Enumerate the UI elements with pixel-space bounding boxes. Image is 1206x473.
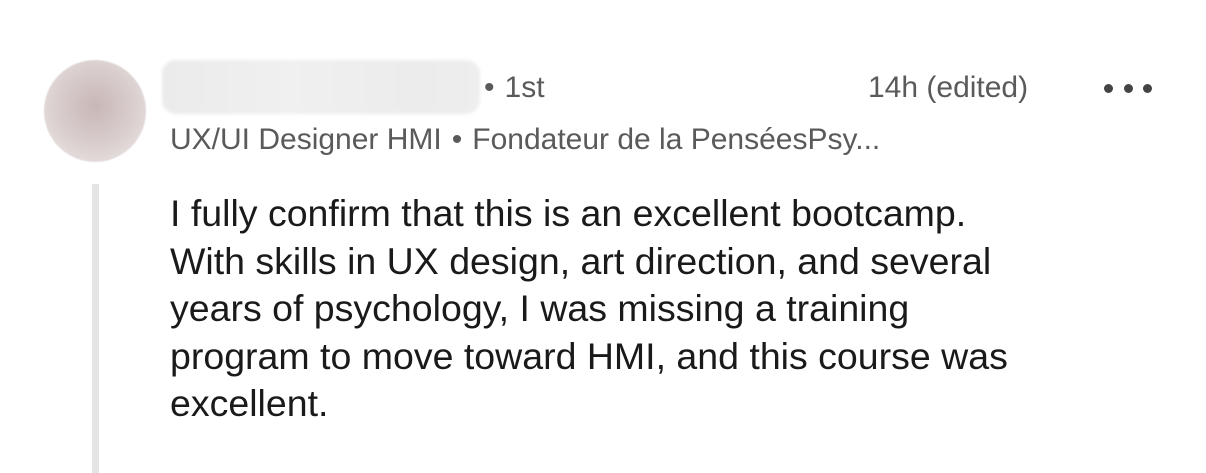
headline-organization: Fondateur de la PenséesPsy... — [472, 123, 881, 156]
connection-degree: • 1st — [484, 70, 545, 106]
more-options-button[interactable] — [1104, 76, 1152, 100]
author-name-redacted[interactable] — [162, 60, 480, 114]
degree-separator: • — [484, 71, 495, 104]
connection-degree-label: 1st — [504, 71, 545, 104]
comment-body-line: excellent. — [170, 382, 329, 424]
ellipsis-horizontal-icon-dot — [1123, 83, 1133, 93]
comment-body-line: years of psychology, I was missing a tra… — [170, 287, 910, 329]
ellipsis-horizontal-icon-dot — [1143, 83, 1152, 93]
comment-body-line: program to move toward HMI, and this cou… — [170, 334, 1008, 377]
comment-body: I fully confirm that this is an excellen… — [170, 190, 1180, 428]
comment-timestamp: 14h (edited) — [868, 71, 1029, 104]
avatar[interactable] — [44, 60, 146, 162]
author-headline: UX/UI Designer HMI • Fondateur de la Pensé… — [170, 122, 1170, 158]
headline-separator: • — [451, 123, 463, 156]
comment-body-line: I fully confirm that this is an excellen… — [170, 192, 967, 234]
comment-body-line: With skills in UX design, art direction,… — [170, 239, 992, 282]
thread-line — [92, 184, 99, 473]
ellipsis-horizontal-icon-dot — [1104, 83, 1113, 93]
comment-card: • 1st 14h (edited) UX/UI Designer HMI • Fon… — [0, 0, 1206, 473]
headline-role: UX/UI Designer HMI — [170, 123, 442, 156]
